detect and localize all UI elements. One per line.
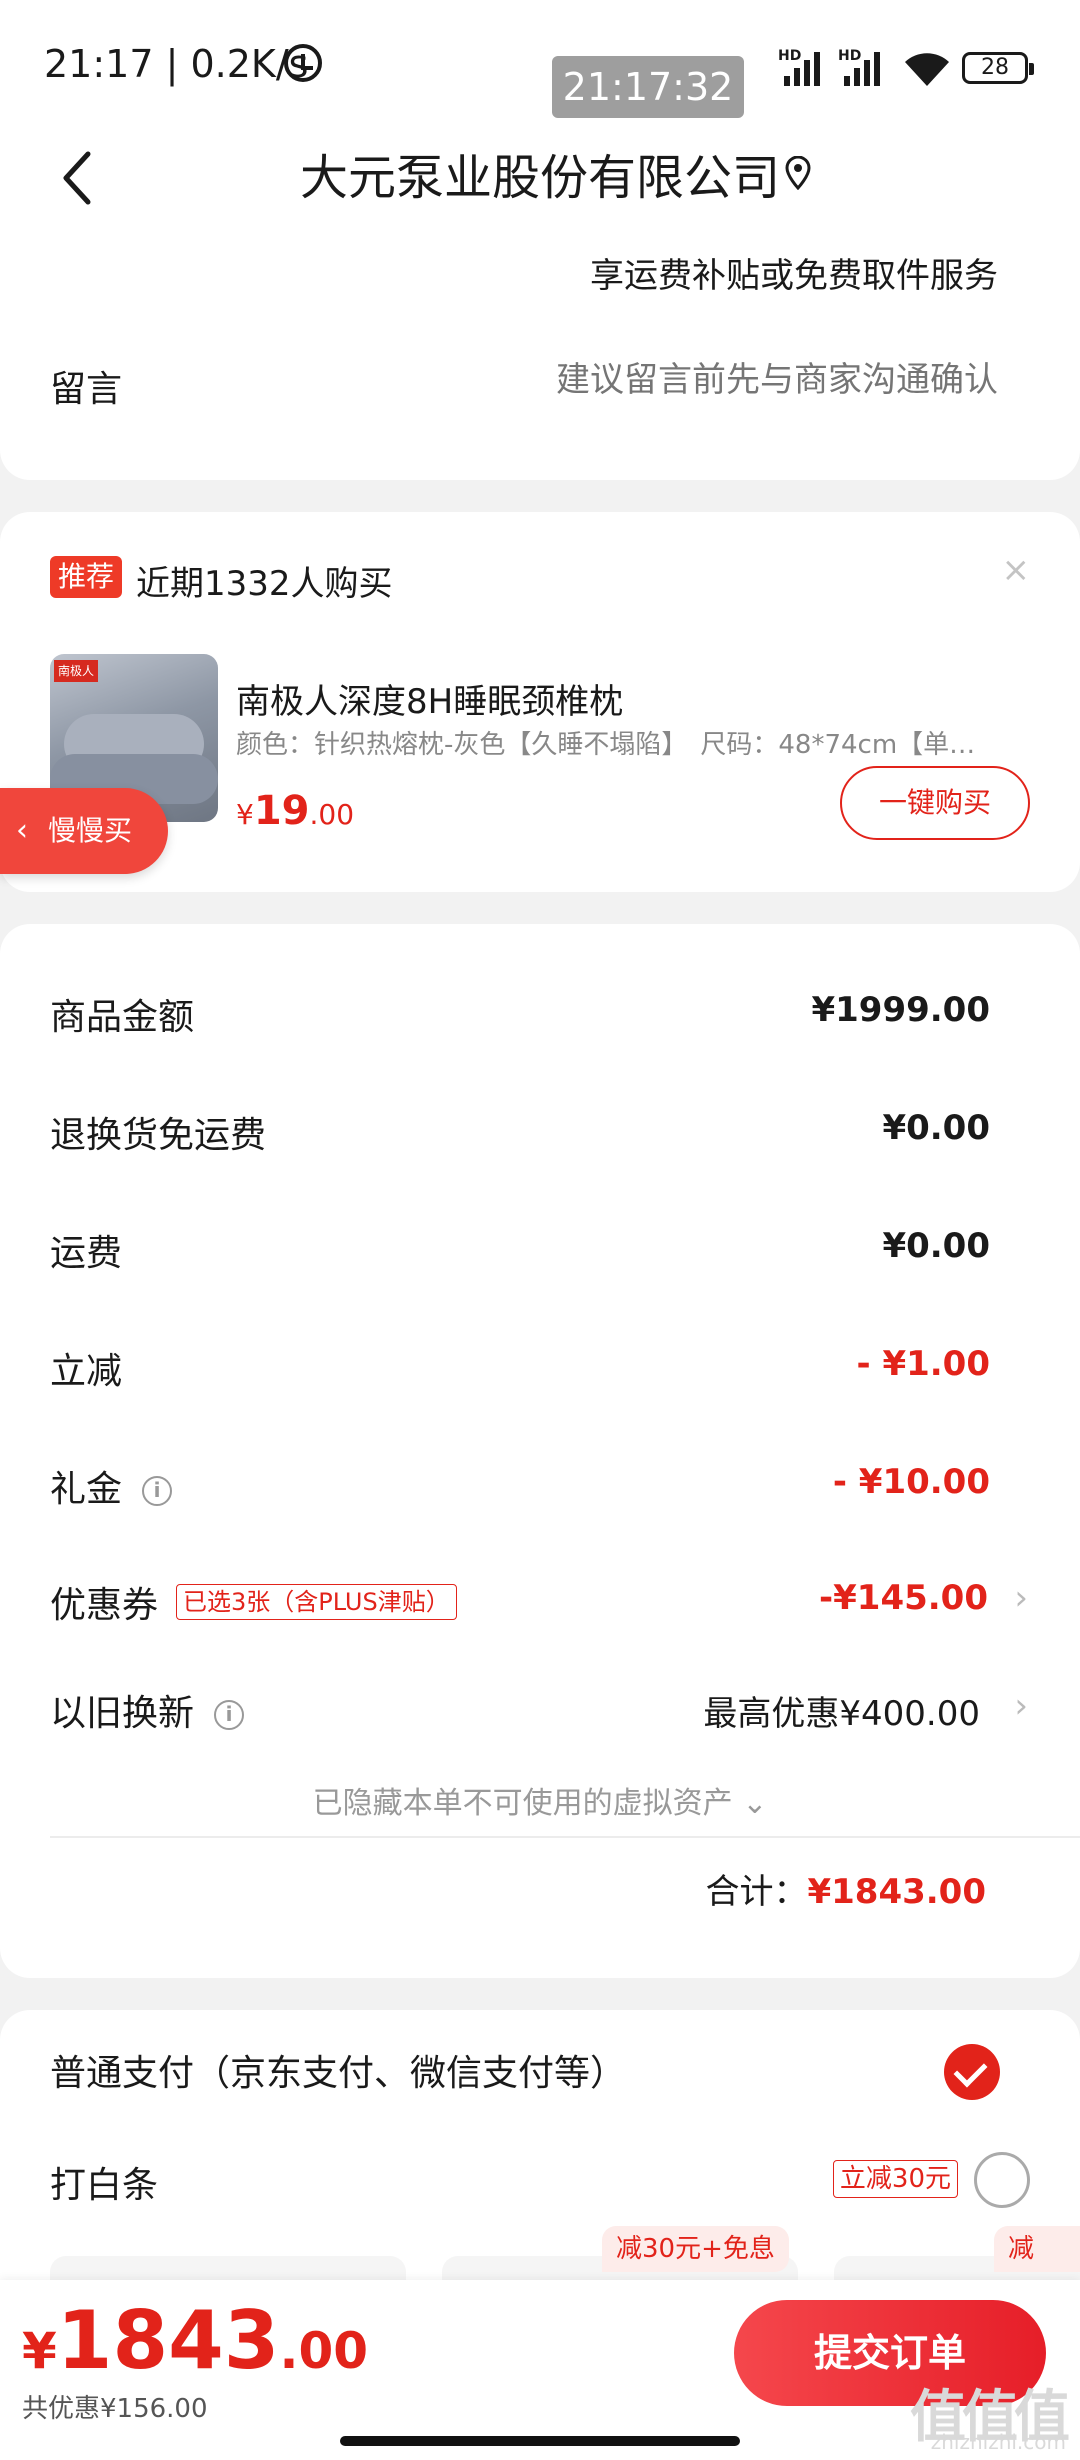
recommend-badge: 推荐: [50, 556, 123, 598]
radio-checked-icon[interactable]: [944, 2044, 1000, 2100]
price-integer: 19: [253, 788, 310, 834]
baitiao-discount-tag: 立减30元: [832, 2160, 958, 2198]
payment-option-standard[interactable]: 普通支付（京东支付、微信支付等）: [50, 2044, 1030, 2104]
nav-header: 大元泵业股份有限公司: [0, 130, 1080, 240]
close-icon[interactable]: ×: [1002, 550, 1031, 590]
summary-row-coupon[interactable]: 优惠券 已选3张（含PLUS津贴） -¥145.00 ›: [50, 1576, 1028, 1636]
installment-plan-tag-2: 减: [994, 2226, 1080, 2272]
summary-row-gift-money[interactable]: 礼金 i - ¥10.00: [50, 1460, 990, 1520]
shipping-note: 享运费补贴或免费取件服务: [590, 256, 998, 296]
summary-row-trade-in[interactable]: 以旧换新 i 最高优惠¥400.00 ›: [50, 1684, 1028, 1744]
gift-money-label: 礼金: [50, 1469, 123, 1510]
chevron-left-icon: ‹: [16, 813, 28, 848]
alarm-clock-icon: [284, 44, 322, 82]
product-title[interactable]: 南极人深度8H睡眠颈椎枕: [236, 674, 623, 723]
summary-row-return-shipping: 退换货免运费 ¥0.00: [50, 1106, 990, 1166]
message-label: 留言: [50, 369, 123, 410]
price-symbol: ¥: [236, 798, 254, 831]
home-indicator[interactable]: [340, 2436, 740, 2446]
row-value: ¥1999.00: [811, 990, 990, 1030]
chevron-right-icon: ›: [1014, 1578, 1028, 1618]
row-value: 最高优惠¥400.00: [703, 1694, 980, 1734]
status-time: 21:17 | 0.2K/s: [44, 42, 309, 86]
watermark-site: zhizhizhi.com: [930, 2430, 1066, 2454]
payment-label: 普通支付（京东支付、微信支付等）: [50, 2053, 627, 2094]
recommend-text: 近期1332人购买: [136, 564, 393, 604]
order-options-card: 退换货免运费 ⓘ 享运费补贴或免费取件服务 留言: [0, 200, 1080, 480]
total-label: 合计：: [705, 1872, 808, 1912]
row-value: -¥145.00: [819, 1578, 988, 1618]
row-label: 退换货免运费: [50, 1115, 267, 1156]
price-decimal: .00: [309, 798, 355, 831]
row-value: - ¥10.00: [832, 1462, 990, 1502]
row-value: ¥0.00: [882, 1226, 990, 1266]
signal-icon: HD: [778, 48, 830, 86]
row-label: 运费: [50, 1233, 123, 1274]
summary-row-goods: 商品金额 ¥1999.00: [50, 988, 990, 1048]
timestamp-chip: 21:17:32: [552, 56, 744, 118]
brand-logo: 南极人: [54, 660, 98, 682]
slow-buy-tab[interactable]: ‹ 慢慢买: [0, 788, 168, 874]
order-total: 合计：¥1843.00: [705, 1864, 986, 1913]
radio-unchecked-icon[interactable]: [974, 2152, 1030, 2208]
row-label: 商品金额: [50, 997, 195, 1038]
one-click-buy-button[interactable]: 一键购买: [840, 766, 1030, 840]
chevron-right-icon: ›: [1014, 1686, 1028, 1726]
summary-row-shipping: 运费 ¥0.00: [50, 1224, 990, 1284]
payment-label: 打白条: [50, 2165, 159, 2206]
row-label: 立减: [50, 1351, 123, 1392]
row-label: 以旧换新 i: [50, 1684, 245, 1736]
product-price: ¥19.00: [236, 788, 354, 834]
message-input[interactable]: [398, 360, 998, 400]
divider: [50, 1836, 1080, 1838]
row-value: - ¥1.00: [856, 1344, 991, 1384]
trade-in-label: 以旧换新: [50, 1693, 195, 1734]
product-spec: 颜色：针织热熔枕-灰色【久睡不塌陷】 尺码：48*74cm【单…: [236, 730, 976, 760]
coupon-tag: 已选3张（含PLUS津贴）: [176, 1584, 457, 1620]
installment-plan-tag: 减30元+免息: [602, 2226, 789, 2272]
info-icon[interactable]: i: [214, 1700, 245, 1730]
price-decimal: .00: [279, 2322, 369, 2380]
hidden-assets-toggle[interactable]: 已隐藏本单不可使用的虚拟资产 ⌄: [0, 1778, 1080, 1822]
location-pin-icon[interactable]: [784, 156, 812, 190]
info-icon[interactable]: i: [142, 1476, 173, 1506]
row-value: ¥0.00: [882, 1108, 990, 1148]
battery-icon: 28: [962, 52, 1034, 84]
slow-buy-label: 慢慢买: [48, 814, 133, 847]
price-symbol: ¥: [22, 2322, 57, 2380]
total-saving: 共优惠¥156.00: [22, 2394, 208, 2424]
status-bar: 21:17 | 0.2K/s 21:17:32 HD HD 28: [0, 0, 1080, 130]
page-title: 大元泵业股份有限公司: [299, 150, 780, 206]
signal-icon-2: HD: [838, 48, 890, 86]
price-integer: 1843: [56, 2294, 280, 2387]
wifi-icon: [905, 53, 949, 86]
total-value: ¥1843.00: [807, 1872, 986, 1912]
row-label: 优惠券: [50, 1585, 159, 1626]
final-price: ¥1843.00: [22, 2294, 368, 2387]
summary-row-instant-discount: 立减 - ¥1.00: [50, 1342, 990, 1402]
row-label: 礼金 i: [50, 1460, 173, 1512]
